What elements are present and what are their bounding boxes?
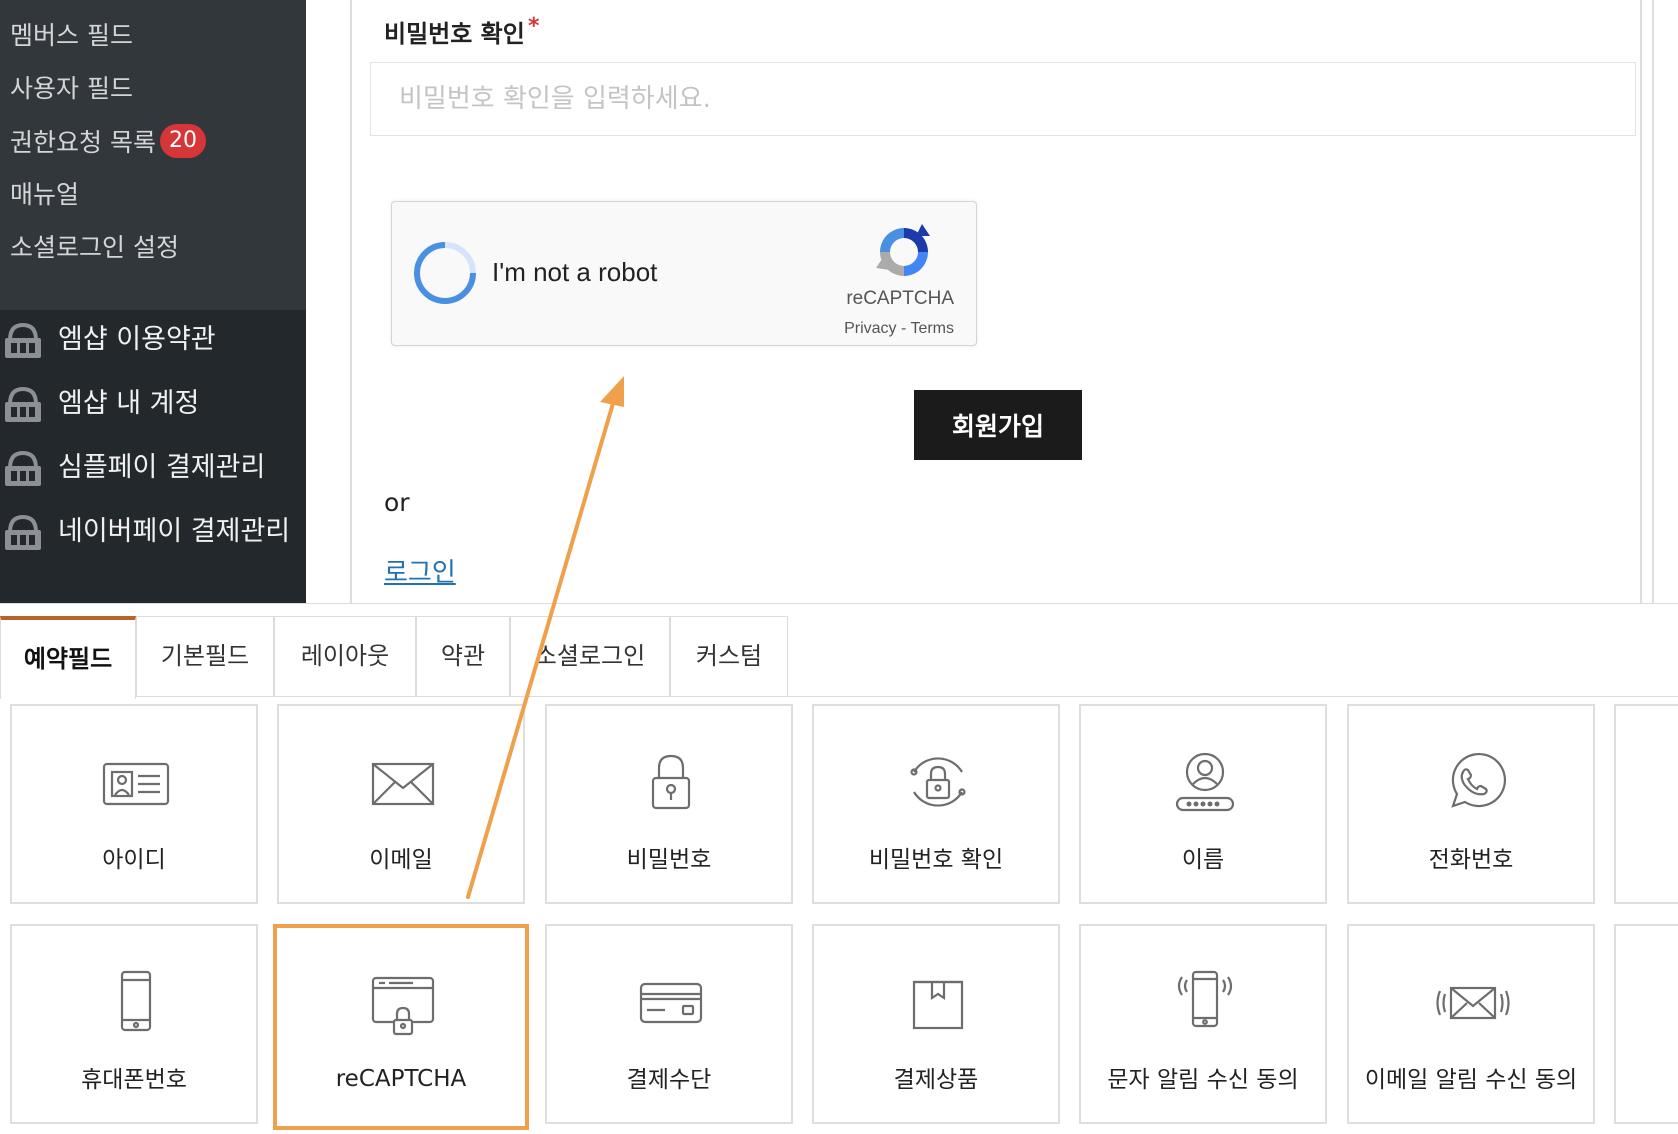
submenu-item-user-fields[interactable]: 사용자 필드 [10,69,133,109]
padlock-refresh-icon [910,757,966,807]
credit-card-icon [639,982,703,1024]
field-builder-panel: 예약필드 기본필드 레이아웃 약관 소셜로그인 커스텀 아이디 이메일 비밀번호… [0,603,1678,1134]
field-card-label: 이메일 알림 수신 동의 [1364,1067,1578,1093]
field-card-label: 휴대폰번호 [81,1067,187,1093]
tab-reserved-fields[interactable]: 예약필드 [0,616,136,699]
password-confirm-label: 비밀번호 확인 [384,20,525,48]
submenu-item-label: 권한요청 목록 [10,128,156,157]
login-link[interactable]: 로그인 [384,552,456,589]
envelope-signal-icon [1436,986,1510,1020]
tab-layout[interactable]: 레이아웃 [274,616,416,697]
mshop-lock-icon [5,514,41,550]
recaptcha-brand: reCAPTCHA [846,288,954,309]
field-card-sms-consent[interactable]: 문자 알림 수신 동의 [1079,924,1327,1124]
recaptcha-widget[interactable]: I'm not a robot reCAPTCHA Privacy - Term… [391,201,977,346]
field-card-label: reCAPTCHA [335,1066,467,1092]
field-card-phone[interactable]: 전화번호 [1347,704,1595,904]
submenu-item-permission-requests[interactable]: 권한요청 목록 20 [10,123,206,163]
sidebar-item-label: 엠샵 이용약관 [58,324,216,355]
recaptcha-logo-icon [876,224,930,276]
sidebar-item-simplepay[interactable]: 심플페이 결제관리 [0,438,306,498]
phone-call-icon [1451,752,1507,808]
recaptcha-checkbox-label: I'm not a robot [492,257,658,287]
tab-social-login[interactable]: 소셜로그인 [510,616,670,697]
tab-custom[interactable]: 커스텀 [670,616,788,697]
field-card-partial[interactable] [1614,704,1678,904]
field-card-label: 아이디 [102,847,166,873]
phone-signal-icon [1177,970,1233,1028]
field-card-label: 이메일 [369,847,433,873]
mshop-lock-icon [5,386,41,422]
mobile-phone-icon [120,970,152,1032]
field-card-partial[interactable] [1614,924,1678,1124]
envelope-icon [371,762,435,806]
mshop-lock-icon [5,322,41,358]
field-card-label: 비밀번호 [626,847,712,873]
id-card-icon [102,762,170,806]
submenu-item-social-login-settings[interactable]: 소셜로그인 설정 [10,228,179,268]
browser-lock-icon [371,976,435,1036]
submenu-item-members-fields[interactable]: 멤버스 필드 [10,16,133,56]
field-card-recaptcha[interactable]: reCAPTCHA [273,924,529,1130]
package-box-icon [912,980,964,1030]
padlock-icon [651,754,691,810]
sidebar-submenu: 멤버스 필드 사용자 필드 권한요청 목록 20 매뉴얼 소셜로그인 설정 [0,0,306,310]
sidebar-item-label: 네이버페이 결제관리 [58,516,291,547]
mshop-lock-icon [5,450,41,486]
preview-frame-rule [1652,0,1654,603]
field-card-password-confirm[interactable]: 비밀번호 확인 [812,704,1060,904]
field-card-payment-product[interactable]: 결제상품 [812,924,1060,1124]
field-card-label: 비밀번호 확인 [868,847,1004,873]
field-card-label: 이름 [1181,847,1225,873]
or-separator: or [384,488,410,517]
field-card-label: 결제상품 [893,1067,979,1093]
user-name-icon [1175,752,1235,812]
sidebar-item-label: 엠샵 내 계정 [58,388,200,419]
sidebar-item-mshop-terms[interactable]: 엠샵 이용약관 [0,310,306,370]
tab-basic-fields[interactable]: 기본필드 [136,616,274,697]
signup-button[interactable]: 회원가입 [914,390,1082,460]
field-card-label: 결제수단 [626,1067,712,1093]
field-card-id[interactable]: 아이디 [10,704,258,904]
field-card-mobile[interactable]: 휴대폰번호 [10,924,258,1124]
recaptcha-privacy-terms-links[interactable]: Privacy - Terms [822,320,954,338]
recaptcha-checkbox-spinner-icon[interactable] [411,239,479,307]
admin-sidebar: 멤버스 필드 사용자 필드 권한요청 목록 20 매뉴얼 소셜로그인 설정 엠샵 … [0,0,306,603]
required-mark: * [528,14,540,39]
sidebar-item-label: 심플페이 결제관리 [58,452,266,483]
sidebar-item-mshop-account[interactable]: 엠샵 내 계정 [0,374,306,434]
tab-terms[interactable]: 약관 [416,616,510,697]
field-card-password[interactable]: 비밀번호 [545,704,793,904]
field-card-payment-method[interactable]: 결제수단 [545,924,793,1124]
request-count-badge: 20 [159,124,206,158]
field-card-label: 문자 알림 수신 동의 [1107,1067,1299,1093]
signup-form-preview: 비밀번호 확인 * I'm not a robot reCAPTCHA Priv… [350,0,1642,603]
password-confirm-input[interactable] [370,62,1636,136]
field-card-label: 전화번호 [1428,847,1514,873]
page: 멤버스 필드 사용자 필드 권한요청 목록 20 매뉴얼 소셜로그인 설정 엠샵 … [0,0,1678,1134]
field-card-email[interactable]: 이메일 [277,704,525,904]
submenu-item-manual[interactable]: 매뉴얼 [10,175,79,215]
field-card-name[interactable]: 이름 [1079,704,1327,904]
field-card-email-consent[interactable]: 이메일 알림 수신 동의 [1347,924,1595,1124]
sidebar-item-naverpay[interactable]: 네이버페이 결제관리 [0,502,306,562]
